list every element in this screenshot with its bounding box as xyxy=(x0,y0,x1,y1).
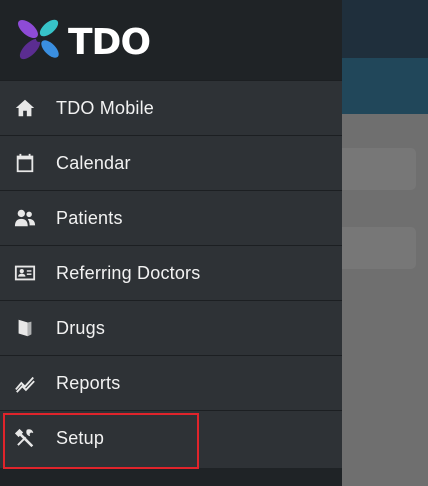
tdo-logo-wordmark: TDO xyxy=(68,23,151,57)
menu-item-label: Reports xyxy=(56,372,121,393)
drawer-header: TDO xyxy=(0,0,342,80)
home-icon xyxy=(12,95,38,121)
tdo-logo-mark-icon xyxy=(18,19,59,60)
menu-item-calendar[interactable]: Calendar xyxy=(0,135,342,190)
menu-item-label: Setup xyxy=(56,427,105,448)
svg-text:TDO: TDO xyxy=(68,23,150,57)
menu-item-drugs[interactable]: Drugs xyxy=(0,300,342,355)
side-drawer: TDO TDO Mobile Calendar Patients Referri… xyxy=(0,0,342,486)
menu-item-reports[interactable]: Reports xyxy=(0,355,342,410)
menu-item-referring-doctors[interactable]: Referring Doctors xyxy=(0,245,342,300)
app-screen: TDO TDO Mobile Calendar Patients Referri… xyxy=(0,0,428,486)
calendar-icon xyxy=(12,150,38,176)
patients-icon xyxy=(12,205,38,231)
menu-item-label: Referring Doctors xyxy=(56,262,201,283)
menu-list: TDO Mobile Calendar Patients Referring D… xyxy=(0,80,342,465)
menu-item-tdo-mobile[interactable]: TDO Mobile xyxy=(0,80,342,135)
id-card-icon xyxy=(12,260,38,286)
menu-item-label: Drugs xyxy=(56,317,106,338)
reports-chart-icon xyxy=(12,370,38,396)
tools-icon xyxy=(12,425,38,451)
menu-item-label: Patients xyxy=(56,207,123,228)
drawer-footer xyxy=(0,468,342,486)
menu-item-label: Calendar xyxy=(56,152,131,173)
menu-item-patients[interactable]: Patients xyxy=(0,190,342,245)
drugs-icon xyxy=(12,315,38,341)
menu-item-label: TDO Mobile xyxy=(56,97,155,118)
menu-item-setup[interactable]: Setup xyxy=(0,410,342,465)
